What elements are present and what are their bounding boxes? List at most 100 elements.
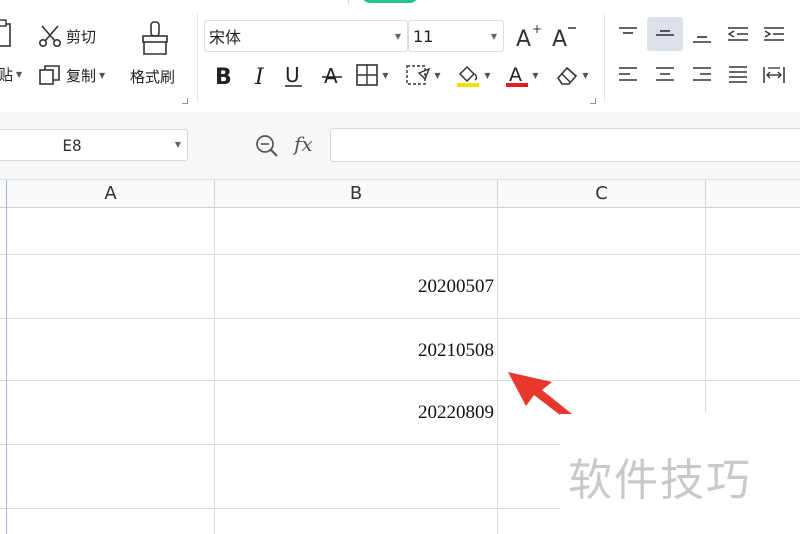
decrease-font-button[interactable]: A xyxy=(550,22,578,50)
align-left-icon xyxy=(619,67,637,81)
align-bottom-button[interactable] xyxy=(686,20,718,50)
cell-b-value[interactable]: 20210508 xyxy=(215,340,494,362)
row-header-edge xyxy=(6,180,7,534)
paste-dropdown-icon: ▼ xyxy=(16,70,23,79)
bold-icon: B xyxy=(215,65,232,88)
watermark-text: 软件技巧 xyxy=(568,455,752,506)
font-size-select[interactable]: 11 ▼ xyxy=(408,20,504,52)
copy-button[interactable]: 复制 ▼ xyxy=(38,63,105,87)
borders-dropdown-icon: ▼ xyxy=(382,70,389,80)
clear-button[interactable]: ▼ xyxy=(552,60,592,90)
align-right-button[interactable] xyxy=(686,60,718,90)
name-box-dropdown-icon: ▼ xyxy=(174,140,181,149)
font-name-select[interactable]: 宋体 ▼ xyxy=(204,20,408,52)
column-header-d[interactable] xyxy=(706,180,800,208)
font-name-value: 宋体 xyxy=(209,28,242,47)
font-dialog-launcher[interactable] xyxy=(590,98,596,104)
ribbon-toolbar: 贴 ▼ 剪切 复制 ▼ 格式刷 宋体 ▼ 11 ▼ A + A B I U A … xyxy=(0,0,800,112)
format-painter-button[interactable]: 格式刷 xyxy=(130,66,175,87)
copy-dropdown-icon: ▼ xyxy=(99,70,106,80)
row-gridline xyxy=(0,318,800,319)
format-painter-icon-button[interactable] xyxy=(140,20,170,56)
clipboard-dialog-launcher[interactable] xyxy=(182,98,188,104)
strikethrough-icon: A xyxy=(322,64,342,88)
column-header-c[interactable]: C xyxy=(498,180,706,208)
group-separator xyxy=(604,14,605,102)
font-name-dropdown-icon: ▼ xyxy=(394,31,401,41)
name-box-value: E8 xyxy=(62,136,82,155)
strikethrough-button[interactable]: A xyxy=(318,60,346,90)
svg-text:A: A xyxy=(552,27,567,50)
cell-b-value[interactable]: 20220809 xyxy=(215,402,494,424)
paste-label: 贴 xyxy=(0,66,14,84)
insert-function-button[interactable]: fx xyxy=(294,132,313,156)
cell-b-value[interactable]: 20200507 xyxy=(215,276,494,298)
column-header-b[interactable]: B xyxy=(215,180,498,208)
cell-style-icon xyxy=(406,65,431,85)
formula-bar: E8 ▼ fx xyxy=(0,112,800,180)
decrease-font-icon: A xyxy=(552,27,576,50)
italic-button[interactable]: I xyxy=(246,60,274,90)
copy-label: 复制 xyxy=(66,66,97,85)
paste-button[interactable] xyxy=(0,18,16,58)
align-middle-button[interactable] xyxy=(647,17,683,51)
align-top-icon xyxy=(619,27,637,34)
svg-text:+: + xyxy=(532,22,542,36)
group-separator xyxy=(197,14,198,102)
column-gridline xyxy=(214,208,215,534)
justify-icon xyxy=(729,66,747,83)
increase-font-button[interactable]: A + xyxy=(514,22,542,50)
formula-input[interactable] xyxy=(330,128,800,162)
increase-indent-button[interactable] xyxy=(758,20,790,50)
font-size-value: 11 xyxy=(413,26,434,46)
tab-divider xyxy=(348,0,349,5)
cell-style-dropdown-icon: ▼ xyxy=(434,70,441,80)
svg-text:A: A xyxy=(509,64,522,86)
decrease-indent-icon xyxy=(727,27,748,41)
format-painter-label: 格式刷 xyxy=(130,68,176,86)
fill-color-dropdown-icon: ▼ xyxy=(484,70,491,80)
font-color-icon: A xyxy=(506,64,529,87)
align-left-button[interactable] xyxy=(612,60,644,90)
column-header-a[interactable]: A xyxy=(7,180,215,208)
increase-indent-icon xyxy=(764,27,784,41)
scissors-icon xyxy=(38,25,62,48)
borders-icon xyxy=(356,64,379,86)
justify-button[interactable] xyxy=(722,60,754,90)
bold-button[interactable]: B xyxy=(210,60,238,90)
column-gridline xyxy=(705,208,706,412)
svg-text:A: A xyxy=(516,27,531,50)
underline-button[interactable]: U xyxy=(280,60,308,90)
active-tab-indicator xyxy=(362,0,418,3)
paste-icon xyxy=(0,19,11,47)
clear-dropdown-icon: ▼ xyxy=(582,70,589,80)
row-gridline xyxy=(0,254,800,255)
cut-button[interactable]: 剪切 xyxy=(38,24,96,48)
font-color-button[interactable]: A ▼ xyxy=(502,60,542,90)
row-gridline xyxy=(0,380,800,381)
svg-text:U: U xyxy=(285,63,300,87)
column-gridline xyxy=(497,208,498,534)
zoom-search-icon[interactable] xyxy=(254,133,280,159)
cut-label: 剪切 xyxy=(66,27,97,46)
align-center-button[interactable] xyxy=(649,60,681,90)
svg-text:A: A xyxy=(324,64,338,88)
cell-style-button[interactable]: ▼ xyxy=(402,60,444,90)
underline-icon: U xyxy=(285,63,302,87)
increase-font-icon: A + xyxy=(516,22,542,50)
red-arrow-icon xyxy=(508,372,572,418)
svg-text:B: B xyxy=(215,65,232,88)
align-top-button[interactable] xyxy=(612,20,644,50)
borders-button[interactable]: ▼ xyxy=(352,60,392,90)
name-box[interactable]: E8 ▼ xyxy=(0,129,188,161)
paste-label-button[interactable]: 贴 ▼ xyxy=(0,64,22,85)
font-size-dropdown-icon: ▼ xyxy=(490,31,497,41)
italic-icon: I xyxy=(254,65,265,88)
distributed-align-button[interactable] xyxy=(758,60,790,90)
brush-icon xyxy=(142,21,168,55)
svg-text:I: I xyxy=(254,65,265,88)
distributed-align-icon xyxy=(763,67,785,83)
align-center-icon xyxy=(656,67,674,81)
decrease-indent-button[interactable] xyxy=(722,20,754,50)
fill-color-button[interactable]: ▼ xyxy=(452,60,494,90)
